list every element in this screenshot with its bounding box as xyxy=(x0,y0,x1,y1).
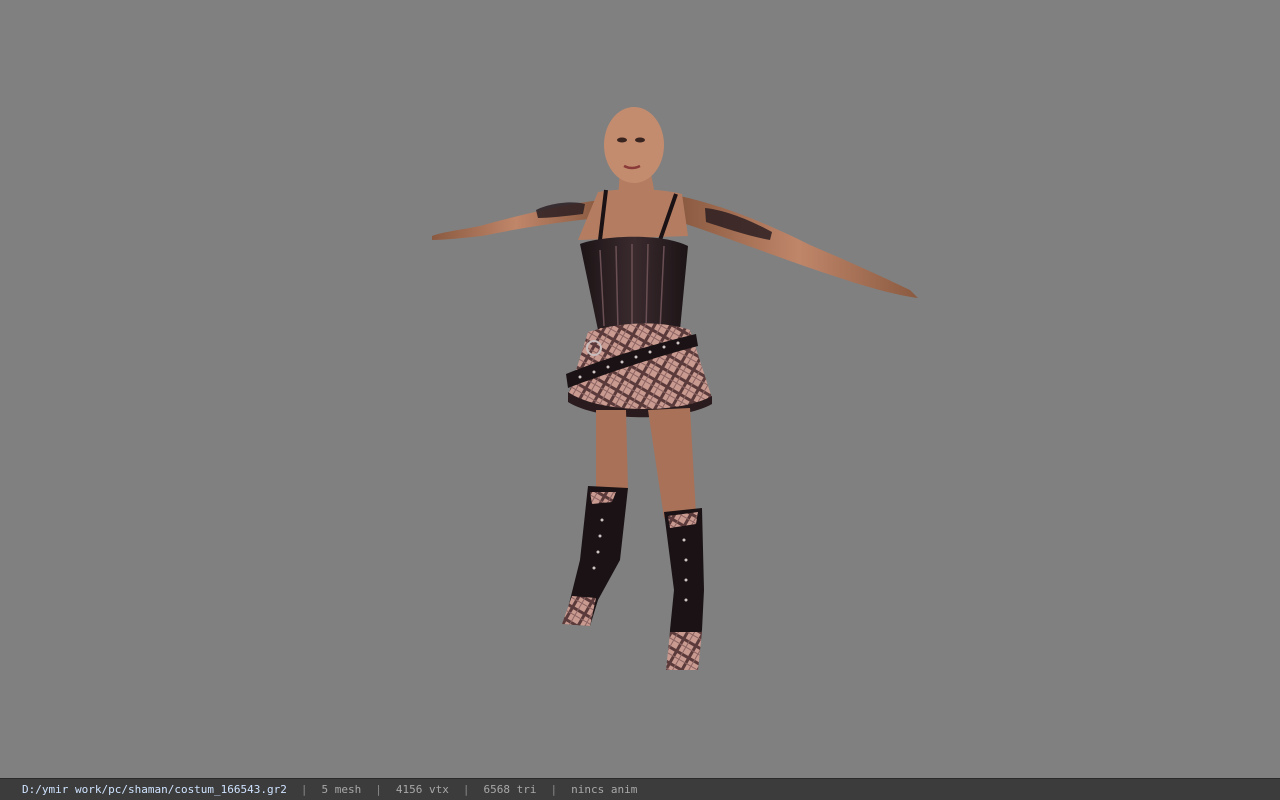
corset xyxy=(580,236,688,335)
right-boot-toe xyxy=(666,632,702,670)
right-thigh xyxy=(648,408,696,518)
status-separator: | xyxy=(300,783,308,796)
3d-viewport[interactable] xyxy=(0,0,1280,778)
triangle-count: 6568 tri xyxy=(483,783,537,796)
vertex-count: 4156 vtx xyxy=(395,783,449,796)
left-boot-toe xyxy=(562,596,596,626)
model-viewer-app: D:/ymir work/pc/shaman/costum_166543.gr2… xyxy=(0,0,1280,800)
status-separator: | xyxy=(462,783,470,796)
animation-status: nincs anim xyxy=(571,783,638,796)
character-model[interactable] xyxy=(0,0,1280,778)
left-thigh xyxy=(596,410,628,494)
chest xyxy=(578,189,688,240)
mesh-count: 5 mesh xyxy=(321,783,362,796)
right-eye xyxy=(635,137,645,143)
head xyxy=(604,107,664,183)
status-separator: | xyxy=(550,783,558,796)
status-separator: | xyxy=(375,783,382,796)
status-bar: D:/ymir work/pc/shaman/costum_166543.gr2… xyxy=(0,778,1280,800)
left-eye xyxy=(617,137,627,143)
file-path: D:/ymir work/pc/shaman/costum_166543.gr2 xyxy=(22,783,287,796)
